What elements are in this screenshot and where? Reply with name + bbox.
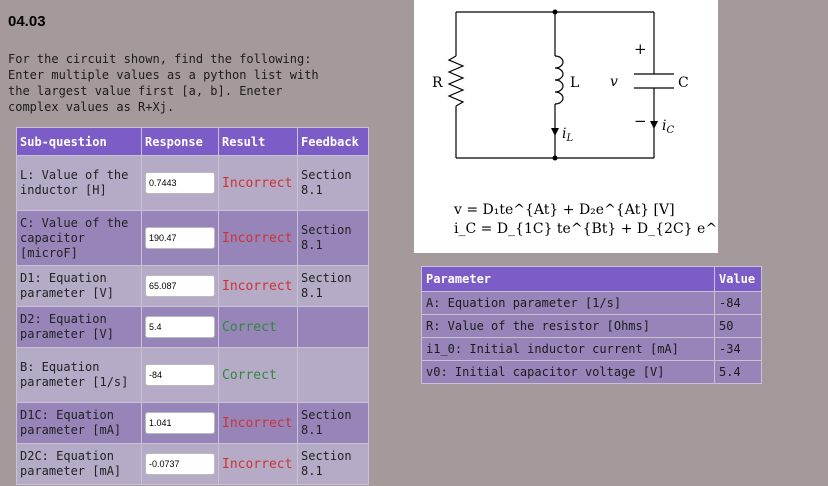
table-row: D1C: Equation parameter [mA] Incorrect S…: [16, 402, 369, 444]
subquestion-label: D2C: Equation parameter [mA]: [16, 443, 142, 485]
parameter-name: A: Equation parameter [1/s]: [421, 291, 715, 315]
header-parameter: Parameter: [421, 266, 715, 292]
parameter-name: v0: Initial capacitor voltage [V]: [421, 360, 715, 384]
parameter-value: -84: [714, 291, 762, 315]
table-row: B: Equation parameter [1/s] Correct: [16, 347, 369, 403]
feedback-text: Section 8.1: [297, 443, 369, 485]
response-cell: [141, 402, 219, 444]
equation-ic: i_C = D_{1C} te^{Bt} + D_{2C} e^{Bt} [mA…: [454, 221, 718, 237]
minus-sign: −: [634, 112, 647, 130]
voltage-label: v: [610, 74, 618, 90]
equation-v: v = D₁te^{At} + D₂e^{At} [V]: [453, 202, 675, 218]
result-status: Incorrect: [218, 210, 298, 266]
response-input[interactable]: [145, 172, 215, 194]
page-title: 04.03: [8, 13, 46, 30]
subquestion-label: D2: Equation parameter [V]: [16, 306, 142, 348]
response-input[interactable]: [145, 275, 215, 297]
response-cell: [141, 443, 219, 485]
response-cell: [141, 155, 219, 211]
subquestion-label: D1C: Equation parameter [mA]: [16, 402, 142, 444]
response-cell: [141, 265, 219, 307]
node-dot-bottom: [552, 155, 558, 161]
plus-sign: +: [634, 40, 647, 58]
parameter-value: 50: [714, 314, 762, 338]
result-status: Incorrect: [218, 265, 298, 307]
response-input[interactable]: [145, 227, 215, 249]
feedback-text: Section 8.1: [297, 210, 369, 266]
subquestion-header-row: Sub-question Response Result Feedback: [16, 127, 369, 156]
header-response: Response: [141, 127, 219, 156]
result-status: Incorrect: [218, 155, 298, 211]
resistor-label: R: [432, 75, 443, 91]
subquestion-label: D1: Equation parameter [V]: [16, 265, 142, 307]
header-result: Result: [218, 127, 298, 156]
result-status: Correct: [218, 306, 298, 348]
feedback-text: [297, 306, 369, 348]
response-input[interactable]: [145, 316, 215, 338]
feedback-text: Section 8.1: [297, 265, 369, 307]
result-status: Correct: [218, 347, 298, 403]
table-row: v0: Initial capacitor voltage [V] 5.4: [421, 360, 762, 384]
parameter-name: i1_0: Initial inductor current [mA]: [421, 337, 715, 361]
header-value: Value: [714, 266, 762, 292]
response-input[interactable]: [145, 364, 215, 386]
il-label: iL: [562, 126, 573, 144]
response-input[interactable]: [145, 412, 215, 434]
table-row: D2: Equation parameter [V] Correct: [16, 306, 369, 348]
resistor-symbol: [447, 55, 465, 107]
result-status: Incorrect: [218, 443, 298, 485]
parameter-value: -34: [714, 337, 762, 361]
current-arrow-ic: [650, 121, 658, 129]
table-row: L: Value of the inductor [H] Incorrect S…: [16, 155, 369, 211]
subquestion-label: C: Value of the capacitor [microF]: [16, 210, 142, 266]
inductor-symbol: [554, 55, 564, 105]
parameter-header-row: Parameter Value: [421, 266, 762, 292]
inductor-label: L: [570, 75, 579, 91]
capacitor-label: C: [678, 75, 689, 91]
response-input[interactable]: [145, 453, 215, 475]
response-cell: [141, 306, 219, 348]
table-row: i1_0: Initial inductor current [mA] -34: [421, 337, 762, 361]
subquestion-label: L: Value of the inductor [H]: [16, 155, 142, 211]
parameter-table: Parameter Value A: Equation parameter [1…: [421, 266, 762, 384]
table-row: R: Value of the resistor [Ohms] 50: [421, 314, 762, 338]
circuit-diagram: R L v C + − iL iC v = D₁te^{At} + D₂e^{A…: [432, 9, 790, 237]
parameter-name: R: Value of the resistor [Ohms]: [421, 314, 715, 338]
response-cell: [141, 210, 219, 266]
problem-instructions: For the circuit shown, find the followin…: [8, 52, 319, 114]
table-row: A: Equation parameter [1/s] -84: [421, 291, 762, 315]
header-subquestion: Sub-question: [16, 127, 142, 156]
table-row: D1: Equation parameter [V] Incorrect Sec…: [16, 265, 369, 307]
subquestion-table: Sub-question Response Result Feedback L:…: [16, 127, 369, 485]
circuit-figure: R L v C + − iL iC v = D₁te^{At} + D₂e^{A…: [414, 0, 790, 253]
result-status: Incorrect: [218, 402, 298, 444]
parameter-value: 5.4: [714, 360, 762, 384]
node-dot-top: [552, 9, 558, 15]
table-row: D2C: Equation parameter [mA] Incorrect S…: [16, 443, 369, 485]
subquestion-label: B: Equation parameter [1/s]: [16, 347, 142, 403]
feedback-text: Section 8.1: [297, 155, 369, 211]
feedback-text: [297, 347, 369, 403]
header-feedback: Feedback: [297, 127, 369, 156]
feedback-text: Section 8.1: [297, 402, 369, 444]
ic-label: iC: [662, 118, 674, 136]
response-cell: [141, 347, 219, 403]
table-row: C: Value of the capacitor [microF] Incor…: [16, 210, 369, 266]
current-arrow-il: [551, 128, 559, 136]
